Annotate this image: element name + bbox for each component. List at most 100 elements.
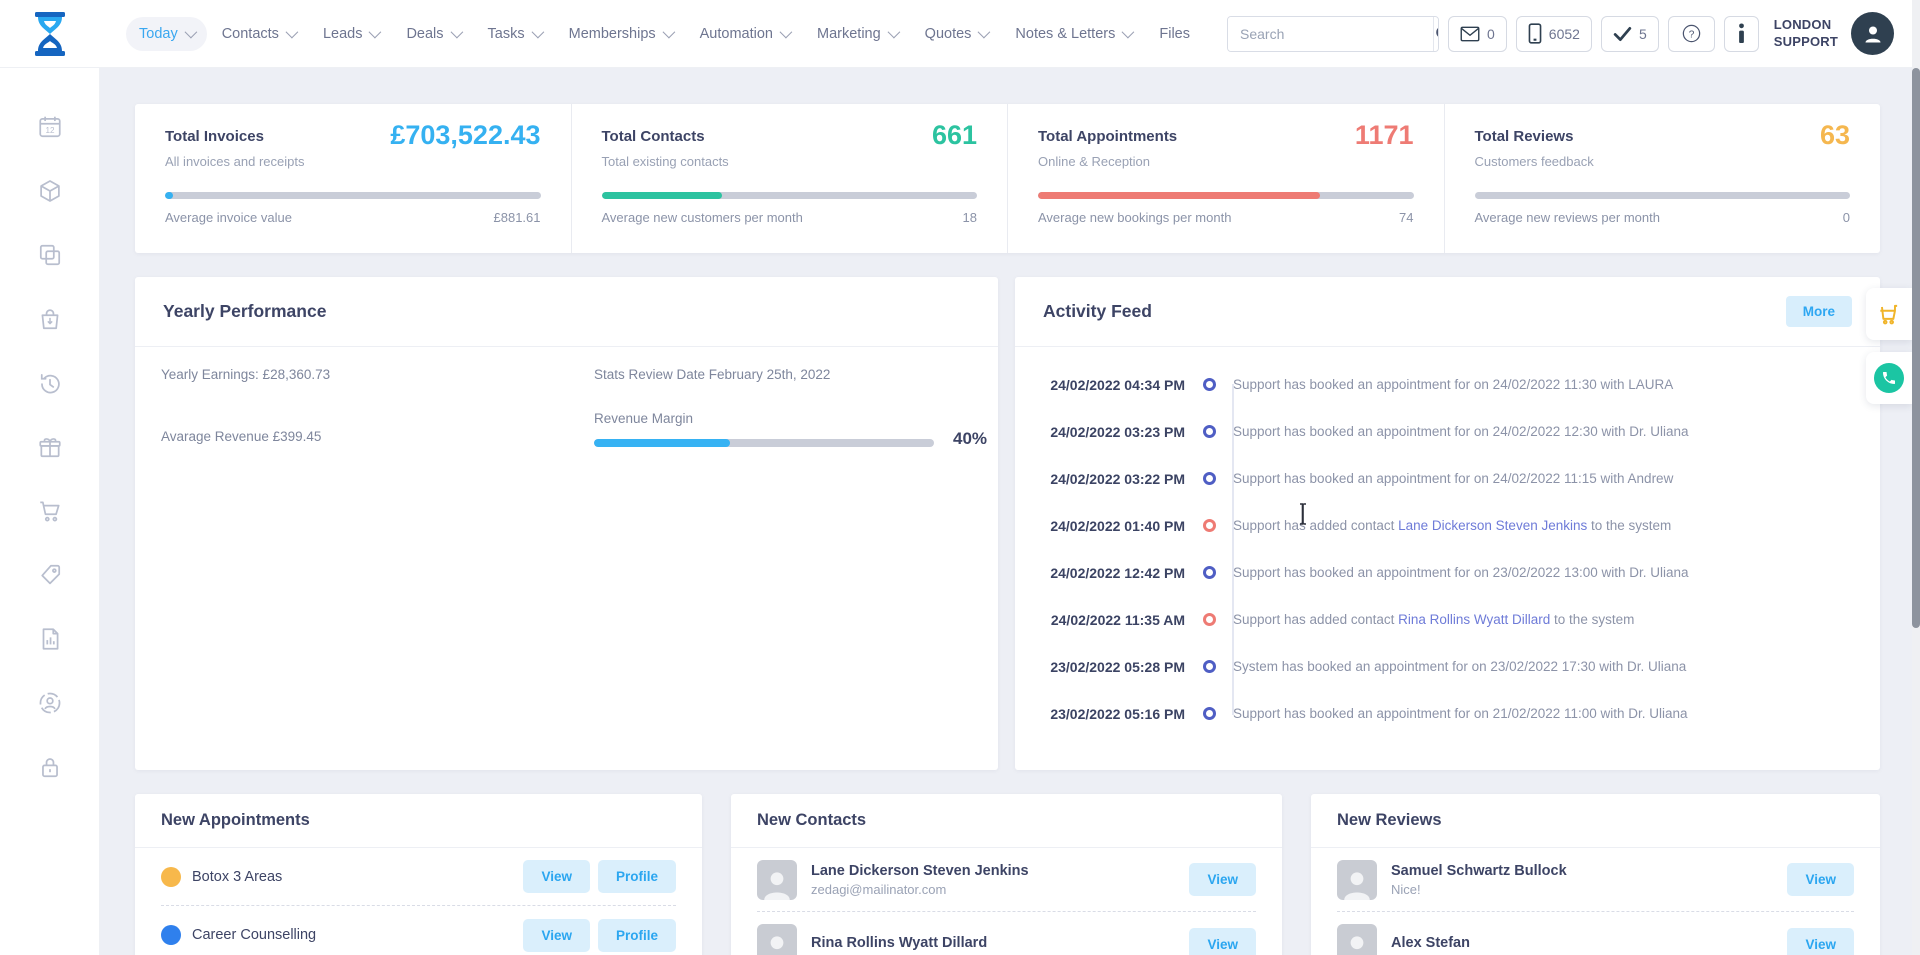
- info-button[interactable]: [1723, 15, 1759, 52]
- copy-squares-icon: [39, 244, 60, 266]
- nav-label: Automation: [699, 25, 773, 42]
- stat-title: Total Contacts: [601, 128, 705, 145]
- nav-label: Files: [1159, 25, 1190, 42]
- shopping-bag-icon: [41, 309, 58, 330]
- app-logo[interactable]: [0, 10, 100, 58]
- nav-item-contacts[interactable]: Contacts: [209, 17, 308, 51]
- nav-item-files[interactable]: Files: [1146, 17, 1203, 51]
- view-button[interactable]: View: [523, 918, 590, 952]
- sidebar-item-calendar[interactable]: 12: [30, 114, 70, 140]
- stat-footer-value: 18: [962, 210, 977, 225]
- history-clock-icon: [40, 374, 60, 394]
- stat-footer-value: £881.61: [493, 210, 541, 225]
- timeline-marker-icon: [1202, 707, 1216, 720]
- sidebar-item-bookings[interactable]: [30, 306, 70, 332]
- timeline-marker-icon: [1202, 613, 1216, 626]
- header-right-cluster: 0 6052 5 ?: [1227, 12, 1894, 55]
- chevron-down-icon: [977, 25, 991, 39]
- timeline-marker-icon: [1202, 566, 1216, 579]
- page-scrollbar-track[interactable]: [1912, 0, 1920, 955]
- sidebar-item-history[interactable]: [30, 370, 70, 396]
- view-button[interactable]: View: [523, 860, 590, 893]
- activity-text-pre: Support has booked an appointment for on…: [1233, 706, 1688, 721]
- stat-value: 63: [1819, 120, 1850, 150]
- activity-row: 24/02/2022 04:34 PM Support has booked a…: [1041, 361, 1854, 408]
- nav-item-tasks[interactable]: Tasks: [475, 17, 554, 51]
- timeline-marker-icon: [1202, 425, 1216, 438]
- timeline-marker-icon: [1202, 519, 1216, 532]
- nav-item-automation[interactable]: Automation: [687, 17, 802, 51]
- sidebar-item-cart[interactable]: [30, 498, 70, 524]
- search-button[interactable]: [1433, 16, 1438, 51]
- appointment-status-dot: [161, 866, 181, 887]
- shopping-cart-icon: [1880, 304, 1898, 325]
- sidebar-item-reports[interactable]: [30, 626, 70, 652]
- more-button[interactable]: More: [1785, 296, 1852, 327]
- user-location-line1: LONDON: [1773, 16, 1832, 32]
- nav-item-memberships[interactable]: Memberships: [556, 17, 685, 51]
- tasks-count: 5: [1638, 25, 1647, 42]
- contact-name: Lane Dickerson Steven Jenkins: [811, 862, 1029, 879]
- nav-item-today[interactable]: Today: [126, 16, 207, 51]
- nav-label: Quotes: [924, 25, 972, 42]
- shopping-cart-icon: [39, 501, 60, 522]
- activity-contact-link[interactable]: Lane Dickerson Steven Jenkins: [1398, 518, 1587, 533]
- page-scrollbar-thumb[interactable]: [1912, 68, 1920, 628]
- reviewer-avatar: [1337, 924, 1377, 955]
- review-row: Samuel Schwartz Bullock Nice! View: [1337, 848, 1854, 912]
- activity-text: Support has booked an appointment for on…: [1233, 565, 1689, 580]
- activity-text-pre: System has booked an appointment for on …: [1233, 659, 1687, 674]
- chevron-down-icon: [662, 25, 675, 39]
- nav-item-quotes[interactable]: Quotes: [912, 17, 1001, 51]
- activity-text-pre: Support has booked an appointment for on…: [1233, 377, 1674, 392]
- messages-button[interactable]: 0: [1448, 15, 1507, 52]
- contact-avatar: [757, 924, 797, 955]
- phone-icon: [1883, 372, 1895, 384]
- activity-text-pre: Support has added contact: [1233, 612, 1399, 627]
- question-circle-icon: ?: [1682, 24, 1701, 43]
- stat-value: £703,522.43: [390, 120, 541, 150]
- view-button[interactable]: View: [1189, 863, 1256, 896]
- sidebar-item-gift[interactable]: [30, 434, 70, 460]
- dashboard-page: Today Contacts Leads Deals Tasks Members…: [0, 0, 1920, 955]
- activity-contact-link[interactable]: Rina Rollins Wyatt Dillard: [1398, 612, 1550, 627]
- activity-text-post: to the system: [1587, 518, 1672, 533]
- view-button[interactable]: View: [1787, 927, 1854, 955]
- revenue-margin-fill: [594, 439, 730, 447]
- cart-widget-button[interactable]: [1866, 288, 1912, 340]
- profile-button[interactable]: Profile: [597, 860, 676, 893]
- nav-item-marketing[interactable]: Marketing: [804, 17, 910, 51]
- gift-icon: [38, 438, 61, 458]
- nav-label: Deals: [406, 25, 444, 42]
- sidebar-item-packages[interactable]: [30, 178, 70, 204]
- view-button[interactable]: View: [1787, 863, 1854, 896]
- stat-progress-fill: [1038, 192, 1320, 199]
- stat-footer-label: Average new customers per month: [601, 210, 803, 225]
- search-input[interactable]: [1228, 16, 1433, 51]
- checkmark-icon: [1613, 26, 1632, 41]
- nav-item-deals[interactable]: Deals: [393, 17, 472, 51]
- whatsapp-widget-button[interactable]: [1866, 352, 1912, 404]
- view-button[interactable]: View: [1189, 927, 1256, 955]
- user-avatar-button[interactable]: [1851, 12, 1894, 55]
- activity-time: 24/02/2022 12:42 PM: [1050, 564, 1185, 581]
- profile-button[interactable]: Profile: [597, 918, 676, 952]
- sidebar-item-account[interactable]: [30, 690, 70, 716]
- panel-title: New Reviews: [1337, 811, 1442, 829]
- stat-card-invoices: Total Invoices All invoices and receipts…: [135, 104, 571, 253]
- tasks-button[interactable]: 5: [1600, 15, 1659, 52]
- panel-title: Activity Feed: [1043, 301, 1152, 321]
- stat-footer-value: 74: [1399, 210, 1414, 225]
- review-row: Alex Stefan View: [1337, 912, 1854, 955]
- stats-review-date-text: Stats Review Date February 25th, 2022: [594, 367, 831, 382]
- nav-item-leads[interactable]: Leads: [310, 17, 392, 51]
- sidebar-item-security[interactable]: [30, 754, 70, 780]
- activity-text: Support has booked an appointment for on…: [1233, 471, 1673, 486]
- stat-subtitle: Customers feedback: [1474, 154, 1594, 169]
- help-button[interactable]: ?: [1667, 15, 1715, 52]
- person-silhouette-icon: [764, 871, 790, 900]
- sidebar-item-duplicates[interactable]: [30, 242, 70, 268]
- sidebar-item-tags[interactable]: [30, 562, 70, 588]
- nav-item-notes-letters[interactable]: Notes & Letters: [1002, 17, 1144, 51]
- calls-button[interactable]: 6052: [1515, 15, 1592, 52]
